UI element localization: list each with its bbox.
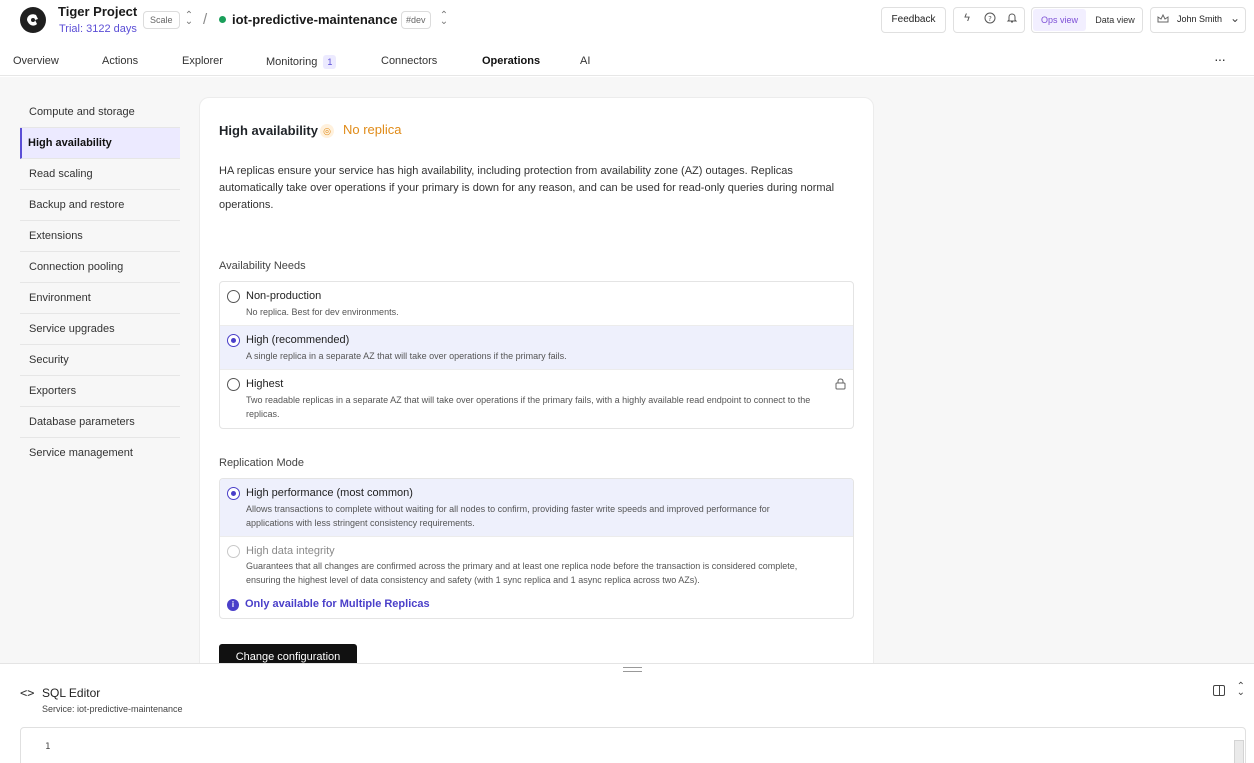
env-badge: #dev	[401, 11, 431, 29]
collapse-icon[interactable]: ⌃ ⌄	[1237, 682, 1245, 698]
replica-status: No replica	[343, 122, 402, 137]
top-bar: Tiger Project Trial: 3122 days Scale ⌃ ⌄ …	[0, 0, 1254, 46]
project-name[interactable]: Tiger Project	[58, 4, 137, 19]
monitoring-count-badge: 1	[323, 55, 337, 69]
replication-option-high-performance[interactable]: High performance (most common) Allows tr…	[220, 479, 853, 537]
more-options-icon[interactable]: ···	[1214, 51, 1226, 67]
availability-needs-label: Availability Needs	[219, 260, 306, 272]
sidebar-item-high-availability[interactable]: High availability	[20, 128, 180, 159]
availability-option-high[interactable]: High (recommended) A single replica in a…	[220, 326, 853, 370]
sidebar-item-service-upgrades[interactable]: Service upgrades	[20, 314, 180, 345]
feedback-button[interactable]: Feedback	[881, 7, 946, 33]
service-status-dot	[219, 16, 226, 23]
radio-high-performance[interactable]	[227, 487, 240, 500]
ha-description: HA replicas ensure your service has high…	[219, 165, 835, 211]
tab-connectors[interactable]: Connectors	[381, 55, 437, 67]
sql-editor-service: Service: iot-predictive-maintenance	[42, 704, 183, 714]
svg-text:?: ?	[988, 15, 992, 23]
tab-monitoring[interactable]: Monitoring 1	[266, 55, 337, 69]
tab-explorer[interactable]: Explorer	[182, 55, 223, 67]
resize-handle[interactable]	[623, 667, 642, 672]
tiger-logo-icon[interactable]	[20, 7, 46, 33]
user-name: John Smith	[1177, 14, 1223, 24]
sql-editor-input[interactable]: 1	[20, 727, 1246, 763]
sidebar-item-environment[interactable]: Environment	[20, 283, 180, 314]
info-icon: i	[227, 599, 239, 611]
chevron-down-icon: ⌄	[1229, 11, 1240, 25]
tab-ai[interactable]: AI	[580, 55, 590, 67]
sidebar-item-database-parameters[interactable]: Database parameters	[20, 407, 180, 438]
plan-badge: Scale	[143, 11, 180, 29]
replication-option-high-data-integrity: High data integrity Guarantees that all …	[220, 537, 853, 618]
bell-icon[interactable]	[1004, 12, 1020, 27]
availability-option-highest[interactable]: Highest Two readable replicas in a separ…	[220, 370, 853, 428]
tab-monitoring-label: Monitoring	[266, 56, 318, 68]
option-title: Non-production	[246, 290, 322, 302]
view-toggle: Ops view Data view	[1031, 7, 1143, 33]
user-menu-button[interactable]: John Smith ⌄	[1150, 7, 1246, 33]
sidebar-item-exporters[interactable]: Exporters	[20, 376, 180, 407]
option-subtitle: No replica. Best for dev environments.	[246, 307, 399, 317]
ops-view-button[interactable]: Ops view	[1033, 9, 1086, 31]
main-content: Compute and storage High availability Re…	[0, 77, 1254, 677]
sql-editor-panel: <> SQL Editor Service: iot-predictive-ma…	[0, 663, 1254, 763]
replication-options: High performance (most common) Allows tr…	[219, 478, 854, 619]
sidebar-item-read-scaling[interactable]: Read scaling	[20, 159, 180, 190]
high-availability-card: High availability ◎ No replica HA replic…	[199, 97, 874, 677]
option-subtitle: Allows transactions to complete without …	[246, 504, 770, 528]
sql-editor-title: SQL Editor	[42, 686, 101, 700]
breadcrumb-separator: /	[203, 11, 208, 28]
option-subtitle: Guarantees that all changes are confirme…	[246, 561, 798, 585]
page-title: High availability	[219, 123, 318, 138]
warning-icon: ◎	[320, 124, 334, 138]
service-name[interactable]: iot-predictive-maintenance	[232, 12, 397, 27]
availability-info-note: i Only available for Multiple Replicas	[227, 598, 430, 611]
option-title: Highest	[246, 378, 284, 390]
radio-highest[interactable]	[227, 378, 240, 391]
sidebar-item-connection-pooling[interactable]: Connection pooling	[20, 252, 180, 283]
help-icon[interactable]: ?	[982, 12, 998, 27]
operations-sidebar: Compute and storage High availability Re…	[20, 97, 180, 469]
tab-overview[interactable]: Overview	[13, 55, 59, 67]
radio-high-data-integrity	[227, 545, 240, 558]
code-icon: <>	[20, 686, 35, 700]
option-subtitle: Two readable replicas in a separate AZ t…	[246, 395, 811, 419]
service-switcher-icon[interactable]: ⌃ ⌄	[439, 11, 449, 27]
main-nav-tabs: Overview Actions Explorer Monitoring 1 Co…	[0, 48, 1254, 76]
option-title: High (recommended)	[246, 334, 350, 346]
lightning-icon[interactable]: ϟ	[959, 12, 975, 24]
option-title: High data integrity	[246, 545, 335, 557]
line-number: 1	[45, 742, 51, 752]
availability-options: Non-production No replica. Best for dev …	[219, 281, 854, 429]
option-title: High performance (most common)	[246, 487, 413, 499]
lock-icon	[835, 377, 846, 395]
trial-days: Trial: 3122 days	[59, 23, 137, 35]
tab-actions[interactable]: Actions	[102, 55, 138, 67]
data-view-button[interactable]: Data view	[1088, 9, 1142, 31]
replication-mode-label: Replication Mode	[219, 457, 304, 469]
header-icon-group: ϟ ?	[953, 7, 1025, 33]
sidebar-item-service-management[interactable]: Service management	[20, 438, 180, 469]
crown-icon	[1157, 13, 1169, 27]
sidebar-item-backup-and-restore[interactable]: Backup and restore	[20, 190, 180, 221]
availability-option-non-production[interactable]: Non-production No replica. Best for dev …	[220, 282, 853, 326]
sidebar-item-compute-and-storage[interactable]: Compute and storage	[20, 97, 180, 128]
project-switcher-icon[interactable]: ⌃ ⌄	[184, 11, 194, 27]
sidebar-item-security[interactable]: Security	[20, 345, 180, 376]
option-subtitle: A single replica in a separate AZ that w…	[246, 351, 567, 361]
sidebar-item-extensions[interactable]: Extensions	[20, 221, 180, 252]
tab-operations[interactable]: Operations	[482, 55, 540, 67]
scrollbar[interactable]	[1234, 740, 1244, 763]
radio-high[interactable]	[227, 334, 240, 347]
split-panel-icon[interactable]	[1213, 685, 1225, 696]
info-note-text: Only available for Multiple Replicas	[245, 598, 430, 610]
radio-non-production[interactable]	[227, 290, 240, 303]
